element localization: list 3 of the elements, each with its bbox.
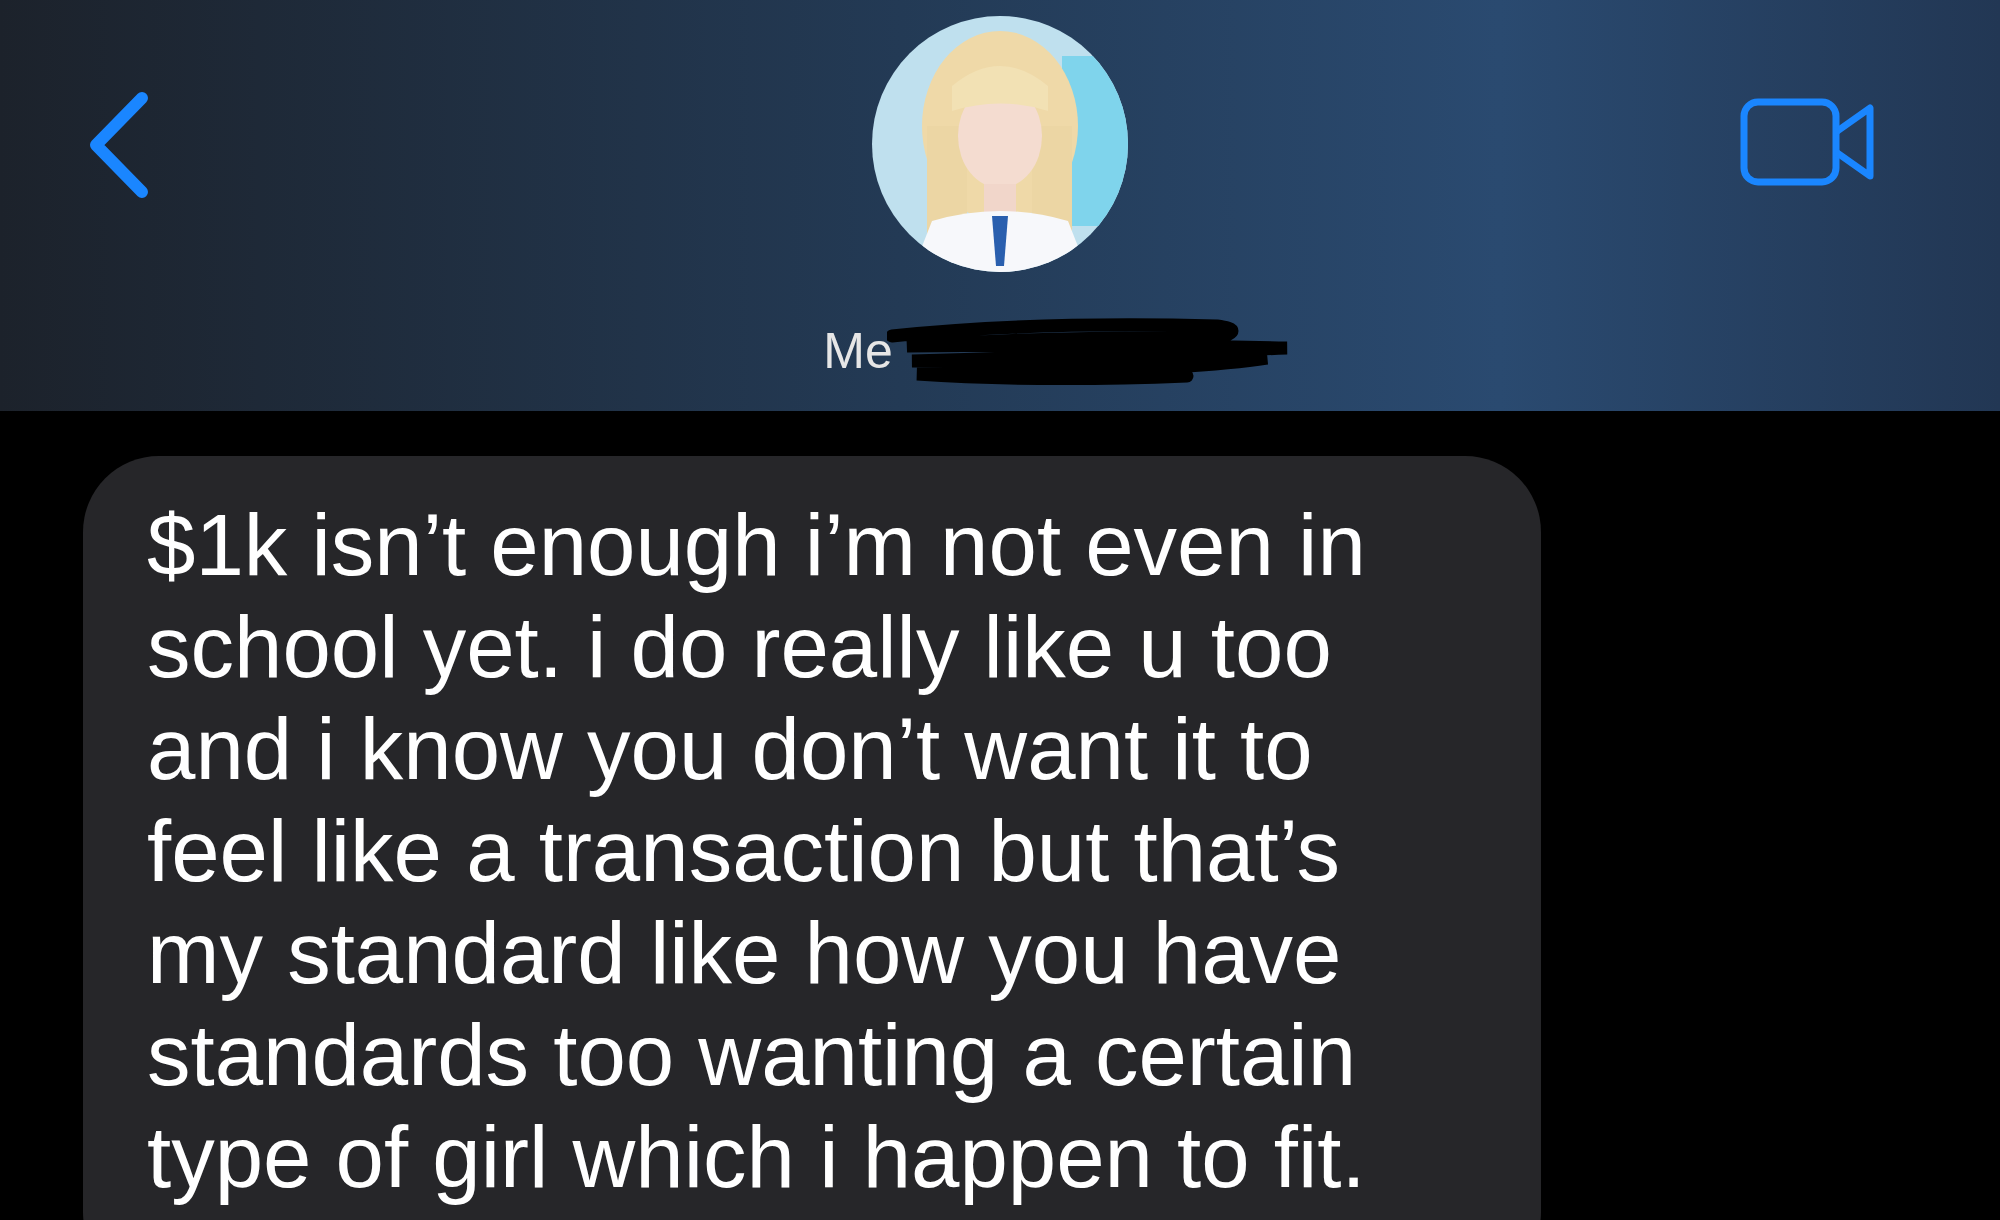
contact-name: Me [823,326,893,376]
video-call-icon[interactable] [1740,98,1876,186]
message-bubble: $1k isn’t enough i’m not even in school yet. i do really like u too and i know you don’t want it to feel like a transaction but that’s my standard like how you have standards too wanting a certain type of girl which i happen to fit. [83,456,1541,1220]
